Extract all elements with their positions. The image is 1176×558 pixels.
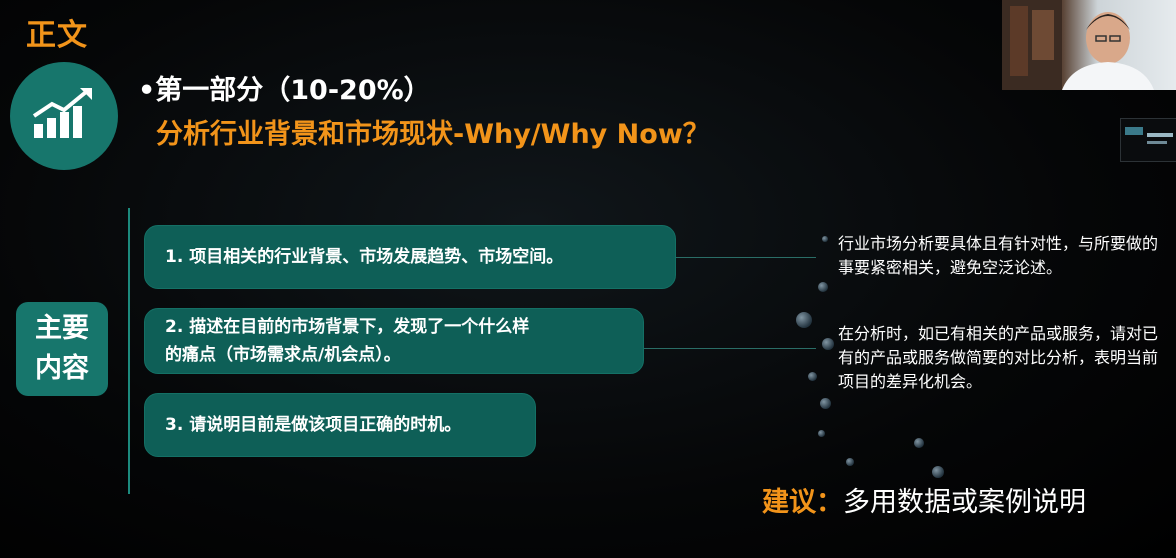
bubble-decoration — [818, 282, 828, 292]
webcam-video-overlay — [1002, 0, 1176, 90]
divider-line — [128, 208, 130, 494]
part-heading: •第一部分（10-20%） — [138, 75, 431, 106]
content-card-1-text: 1. 项目相关的行业背景、市场发展趋势、市场空间。 — [165, 247, 564, 267]
bubble-decoration — [808, 372, 817, 381]
content-card-2: 2. 描述在目前的市场背景下，发现了一个什么样 的痛点（市场需求点/机会点）。 — [144, 308, 644, 374]
bubble-decoration — [932, 466, 944, 478]
screen-share-icon — [1125, 127, 1173, 144]
presenter-video-icon — [1002, 0, 1154, 90]
note-2: 在分析时，如已有相关的产品或服务，请对已有的产品或服务做简要的对比分析，表明当前… — [838, 324, 1159, 391]
main-content-label: 主要 内容 — [16, 302, 108, 396]
content-card-1: 1. 项目相关的行业背景、市场发展趋势、市场空间。 — [144, 225, 676, 289]
bubble-decoration — [796, 312, 812, 328]
suggestion: 建议：多用数据或案例说明 — [762, 480, 1086, 519]
bubble-decoration — [822, 236, 828, 242]
bubble-decoration — [818, 430, 825, 437]
suggestion-label: 建议： — [762, 487, 843, 518]
main-content-label-line1: 主要 — [35, 313, 89, 344]
note-1: 行业市场分析要具体且有针对性，与所要做的事要紧密相关，避免空泛论述。 — [838, 234, 1159, 277]
bubble-decoration — [822, 338, 834, 350]
main-content-label-line2: 内容 — [35, 353, 89, 384]
trend-chart-icon — [30, 86, 98, 146]
video-thumbnail[interactable] — [1120, 118, 1176, 162]
section-title: 正文 — [26, 18, 88, 53]
bubble-decoration — [820, 398, 831, 409]
content-card-3: 3. 请说明目前是做该项目正确的时机。 — [144, 393, 536, 457]
content-card-2-line2: 的痛点（市场需求点/机会点）。 — [165, 345, 401, 365]
content-card-2-line1: 2. 描述在目前的市场背景下，发现了一个什么样 — [165, 317, 530, 337]
content-card-3-text: 3. 请说明目前是做该项目正确的时机。 — [165, 415, 462, 435]
connector-line-2 — [644, 348, 816, 349]
connector-line-1 — [676, 257, 816, 258]
trend-badge — [10, 62, 118, 170]
suggestion-text: 多用数据或案例说明 — [843, 487, 1086, 518]
bubble-decoration — [846, 458, 854, 466]
part-subheading: 分析行业背景和市场现状-Why/Why Now？ — [156, 119, 710, 150]
bubble-decoration — [914, 438, 924, 448]
